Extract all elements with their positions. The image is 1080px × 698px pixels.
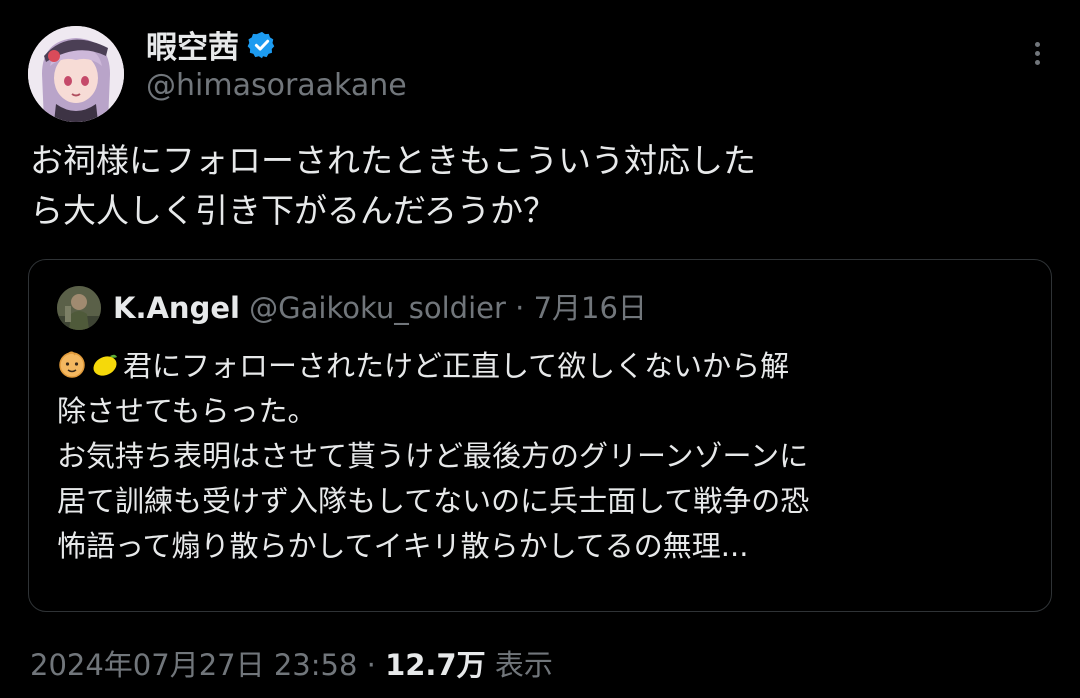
soldier-avatar-icon (57, 286, 101, 330)
author-name-text: 暇空茜 (146, 30, 239, 66)
tweet-text-line: お祠様にフォローされたときもこういう対応した (30, 141, 756, 180)
author-avatar[interactable] (28, 26, 124, 122)
baby-face-emoji (57, 350, 87, 380)
quoted-tweet-date[interactable]: 7月16日 (534, 291, 647, 325)
tweet-text-line: ら大人しく引き下がるんだろうか？ (30, 191, 557, 230)
anime-girl-avatar-icon (28, 26, 124, 122)
quoted-tweet-card[interactable]: K.Angel @Gaikoku_soldier · 7月16日 君にフォローさ… (28, 259, 1052, 612)
lemon-emoji (90, 350, 120, 380)
quoted-text-line: 除させてもらった。 (57, 394, 317, 428)
quoted-text-line: 君にフォローされたけど正直して欲しくないから解 (57, 344, 1037, 389)
header-separator: · (515, 291, 525, 325)
verified-badge-icon (247, 30, 277, 60)
quoted-tweet-header: K.Angel @Gaikoku_soldier · 7月16日 (113, 288, 647, 328)
views-label: 表示 (494, 648, 553, 682)
quoted-text-line: 怖語って煽り散らかしてイキリ散らかしてるの無理... (57, 529, 749, 563)
author-display-name[interactable]: 暇空茜 (146, 22, 277, 67)
tweet-timestamp[interactable]: 2024年07月27日 23:58 (30, 648, 357, 682)
quoted-author-name[interactable]: K.Angel (113, 291, 240, 325)
quoted-first-line-text: 君にフォローされたけど正直して欲しくないから解 (123, 349, 790, 383)
quoted-text-line: お気持ち表明はさせて貰うけど最後方のグリーンゾーンに (57, 439, 809, 473)
more-options-icon[interactable] (1022, 38, 1052, 74)
quoted-text-line: 居て訓練も受けず入隊もしてないのに兵士面して戦争の恐 (57, 484, 810, 518)
quoted-author-avatar[interactable] (57, 286, 101, 330)
quoted-author-handle[interactable]: @Gaikoku_soldier (249, 291, 506, 325)
author-handle[interactable]: @himasoraakane (146, 68, 407, 103)
tweet-text: お祠様にフォローされたときもこういう対応した ら大人しく引き下がるんだろうか？ (30, 136, 1060, 236)
tweet-meta: 2024年07月27日 23:58 · 12.7万 表示 (30, 643, 553, 687)
meta-separator: · (366, 648, 376, 682)
quoted-tweet-text: 君にフォローされたけど正直して欲しくないから解 除させてもらった。 お気持ち表明… (57, 344, 1037, 569)
views-count[interactable]: 12.7万 (385, 648, 486, 682)
